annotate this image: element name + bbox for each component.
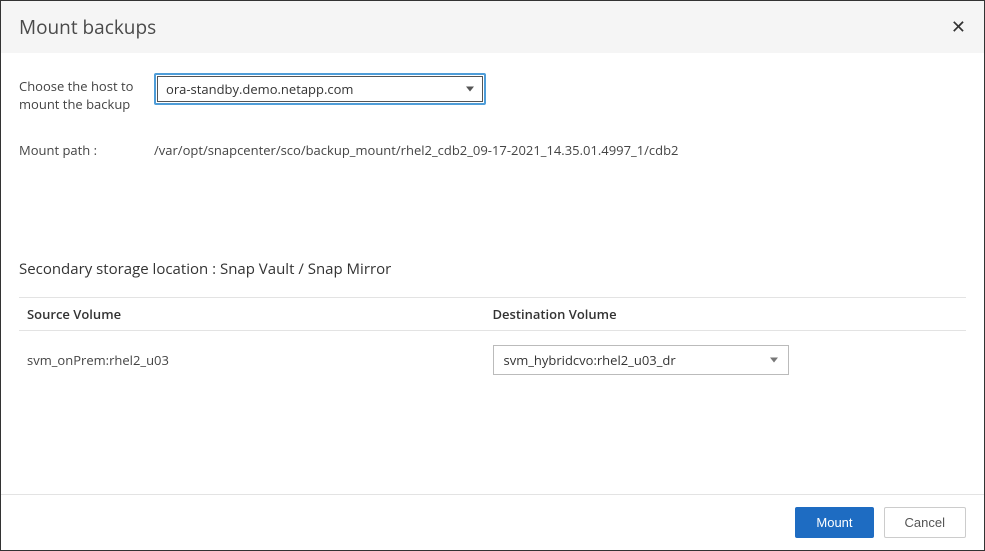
destination-volume-value: svm_hybridcvo:rhel2_u03_dr: [504, 351, 676, 369]
dialog-footer: Mount Cancel: [1, 494, 984, 550]
dialog-header: Mount backups ✕: [1, 1, 984, 53]
host-label: Choose the host to mount the backup: [19, 73, 154, 113]
secondary-storage-heading: Secondary storage location : Snap Vault …: [19, 259, 966, 279]
destination-volume-select[interactable]: svm_hybridcvo:rhel2_u03_dr: [493, 345, 789, 375]
table-row: svm_onPrem:rhel2_u03 svm_hybridcvo:rhel2…: [19, 331, 966, 385]
host-select-focus-ring: ora-standby.demo.netapp.com: [154, 73, 486, 105]
host-select[interactable]: ora-standby.demo.netapp.com: [157, 76, 483, 102]
destination-volume-cell: svm_hybridcvo:rhel2_u03_dr: [493, 345, 959, 375]
chevron-down-icon: [466, 87, 474, 92]
chevron-down-icon: [770, 358, 778, 363]
cancel-button[interactable]: Cancel: [884, 507, 966, 538]
source-volume-column-header: Source Volume: [27, 305, 493, 323]
mount-button[interactable]: Mount: [795, 507, 873, 538]
dialog-body: Choose the host to mount the backup ora-…: [1, 53, 984, 494]
destination-volume-column-header: Destination Volume: [493, 305, 959, 323]
volume-table-header: Source Volume Destination Volume: [19, 297, 966, 331]
host-row: Choose the host to mount the backup ora-…: [19, 73, 966, 113]
host-select-value: ora-standby.demo.netapp.com: [166, 80, 353, 98]
source-volume-value: svm_onPrem:rhel2_u03: [27, 351, 493, 369]
mount-path-label: Mount path :: [19, 141, 154, 159]
mount-path-value: /var/opt/snapcenter/sco/backup_mount/rhe…: [154, 141, 678, 159]
dialog-title: Mount backups: [19, 14, 156, 40]
mount-backups-dialog: Mount backups ✕ Choose the host to mount…: [0, 0, 985, 551]
close-icon[interactable]: ✕: [951, 18, 966, 36]
mount-path-row: Mount path : /var/opt/snapcenter/sco/bac…: [19, 141, 966, 159]
